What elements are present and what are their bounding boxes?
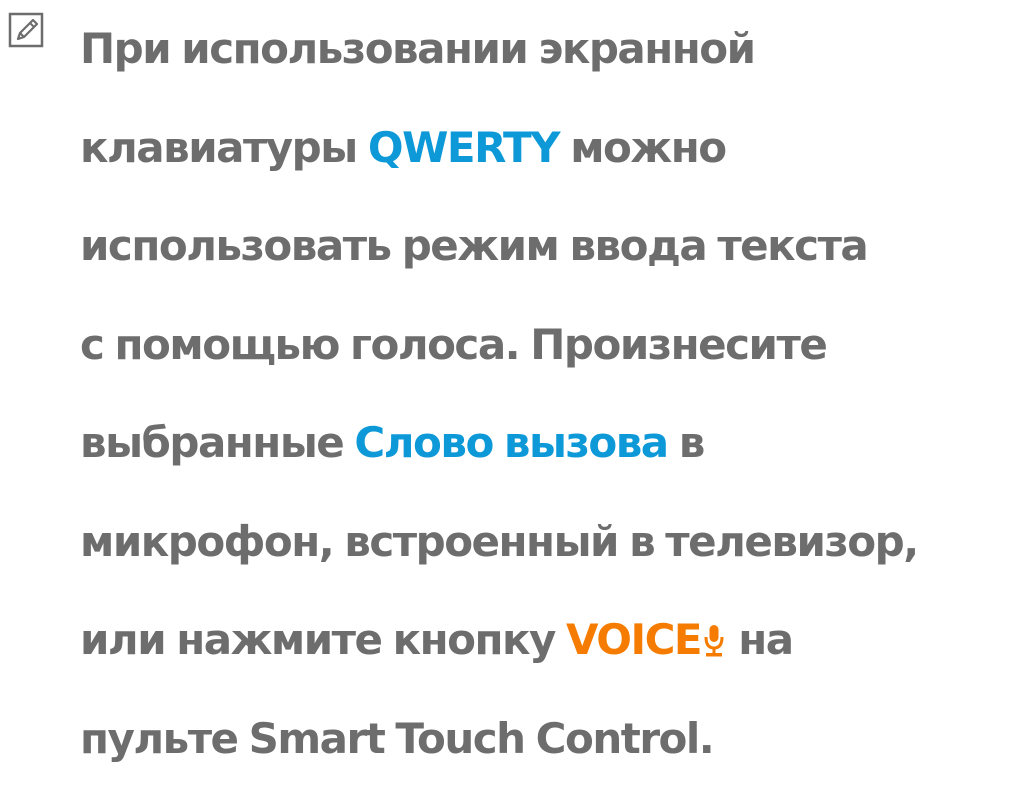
keyword-voice-button: VOICE <box>566 615 703 664</box>
note-line-3: использовать режим ввода текста <box>80 221 869 270</box>
note-line-1: При использовании экранной <box>80 24 756 73</box>
note-line-2: клавиатуры QWERTY можно <box>80 122 727 172</box>
note-line-8: пульте Smart Touch Control. <box>80 713 715 763</box>
keyword-wake-word: Слово вызова <box>354 418 669 467</box>
microphone-icon <box>703 595 725 694</box>
note-text: При использовании экранной клавиатуры QW… <box>80 0 1020 788</box>
note-pencil-icon <box>8 12 44 48</box>
note-line-6: микрофон, встроенный в телевизор, <box>80 516 919 566</box>
note-line-4: с помощью голоса. Произнесите <box>80 319 828 369</box>
keyword-qwerty: QWERTY <box>367 122 561 172</box>
note-line-7: или нажмите кнопку VOICE на <box>80 591 1020 690</box>
note-line-5: выбранные Слово вызова в <box>80 418 705 467</box>
